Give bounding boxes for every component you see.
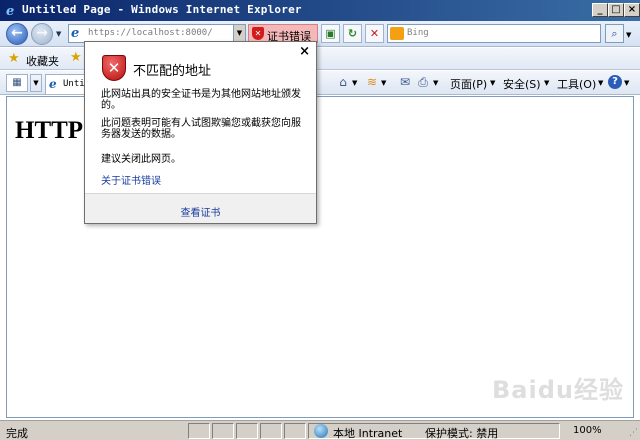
- print-icon[interactable]: ⎙: [415, 74, 431, 90]
- add-to-favorites-icon[interactable]: ★: [70, 50, 82, 65]
- watermark: Baidu经验: [492, 376, 624, 404]
- quick-tabs-icon[interactable]: ▦: [6, 74, 28, 92]
- search-placeholder: Bing: [407, 28, 429, 38]
- history-dropdown-icon[interactable]: ▼: [56, 30, 61, 38]
- favorites-star-icon: ★: [8, 51, 20, 66]
- tab-page-icon: e: [49, 77, 57, 91]
- status-segment: [284, 423, 306, 439]
- status-bar: 完成 本地 Intranet 保护模式: 禁用 100% ⋰: [0, 420, 640, 440]
- search-button[interactable]: ⌕: [605, 24, 624, 43]
- tools-menu[interactable]: 工具(O): [557, 76, 596, 92]
- error-shield-icon: ✕: [102, 55, 126, 81]
- page-menu[interactable]: 页面(P): [450, 76, 487, 92]
- help-icon[interactable]: ?: [608, 75, 622, 89]
- tab-list-dropdown-icon[interactable]: ▼: [30, 74, 42, 92]
- view-certificate-link[interactable]: 查看证书: [85, 204, 316, 219]
- address-url[interactable]: https://localhost:8000/: [88, 28, 213, 38]
- refresh-icon[interactable]: ↻: [343, 24, 362, 43]
- print-dropdown-icon[interactable]: ▼: [433, 79, 438, 87]
- help-dropdown-icon[interactable]: ▼: [624, 79, 629, 87]
- svg-text:e: e: [6, 4, 14, 18]
- ie-app-icon: e: [4, 3, 19, 19]
- page-menu-dropdown-icon[interactable]: ▼: [490, 79, 495, 87]
- compatibility-view-icon[interactable]: ▣: [321, 24, 340, 43]
- feeds-icon[interactable]: ≋: [364, 74, 380, 90]
- forward-button[interactable]: →: [31, 23, 53, 45]
- status-segment: [188, 423, 210, 439]
- intranet-zone-icon: [314, 424, 328, 438]
- tools-menu-dropdown-icon[interactable]: ▼: [598, 79, 603, 87]
- resize-grip-icon[interactable]: ⋰: [629, 428, 638, 438]
- protected-mode-status[interactable]: 保护模式: 禁用: [425, 425, 498, 440]
- certificate-error-popup: × ✕ 不匹配的地址 此网站出具的安全证书是为其他网站地址颁发的。 此问题表明可…: [84, 41, 317, 224]
- status-segment: [236, 423, 258, 439]
- zoom-level[interactable]: 100%: [573, 425, 602, 436]
- popup-paragraph-1: 此网站出具的安全证书是为其他网站地址颁发的。: [101, 89, 301, 111]
- address-dropdown-icon[interactable]: ▼: [233, 25, 245, 42]
- popup-title: 不匹配的地址: [133, 64, 212, 79]
- home-dropdown-icon[interactable]: ▼: [352, 79, 357, 87]
- minimize-button[interactable]: _: [592, 3, 608, 17]
- status-segment: [260, 423, 282, 439]
- favorites-button[interactable]: 收藏夹: [26, 53, 59, 69]
- popup-close-icon[interactable]: ×: [299, 44, 310, 59]
- read-mail-icon[interactable]: ✉: [397, 74, 413, 90]
- back-button[interactable]: ←: [6, 23, 28, 45]
- search-options-dropdown-icon[interactable]: ▼: [626, 31, 631, 39]
- page-heading: HTTP: [15, 117, 84, 144]
- status-segment: [212, 423, 234, 439]
- close-window-button[interactable]: ×: [624, 3, 640, 17]
- home-icon[interactable]: ⌂: [335, 74, 351, 90]
- bing-logo-icon: [390, 27, 404, 40]
- security-zone[interactable]: 本地 Intranet: [333, 425, 402, 440]
- stop-icon[interactable]: ✕: [365, 24, 384, 43]
- maximize-button[interactable]: □: [608, 3, 624, 17]
- safety-menu-dropdown-icon[interactable]: ▼: [544, 79, 549, 87]
- safety-menu[interactable]: 安全(S): [503, 76, 541, 92]
- status-text: 完成: [6, 427, 28, 440]
- popup-footer: 查看证书: [85, 193, 316, 223]
- feeds-dropdown-icon[interactable]: ▼: [381, 79, 386, 87]
- page-icon: e: [71, 26, 80, 41]
- popup-paragraph-2: 此问题表明可能有人试图欺骗您或截获您向服务器发送的数据。: [101, 118, 301, 140]
- popup-paragraph-3: 建议关闭此网页。: [101, 154, 181, 165]
- about-certificate-errors-link[interactable]: 关于证书错误: [101, 172, 161, 187]
- title-bar: e Untitled Page - Windows Internet Explo…: [0, 0, 640, 21]
- search-input[interactable]: Bing: [387, 24, 601, 43]
- error-shield-icon: ✕: [252, 27, 264, 40]
- window-title: Untitled Page - Windows Internet Explore…: [22, 3, 302, 16]
- back-arrow-icon: ←: [11, 25, 23, 41]
- forward-arrow-icon: →: [36, 25, 48, 41]
